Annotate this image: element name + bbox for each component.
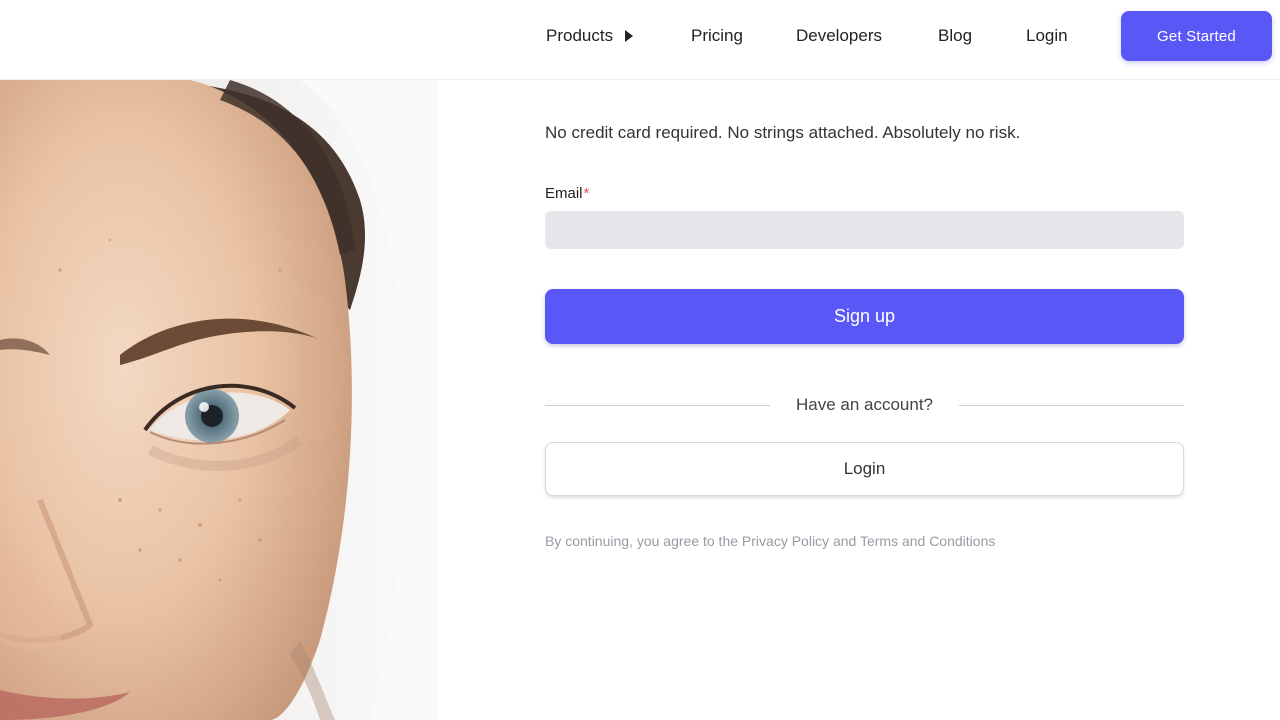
nav-pricing[interactable]: Pricing [691, 24, 743, 48]
terms-link[interactable]: Terms and Conditions [860, 533, 995, 549]
divider-right [959, 405, 1184, 406]
login-button[interactable]: Login [545, 442, 1184, 496]
nav-developers[interactable]: Developers [796, 24, 882, 48]
sign-up-button[interactable]: Sign up [545, 289, 1184, 344]
caret-right-icon [625, 30, 634, 42]
have-account-text: Have an account? [795, 395, 934, 414]
get-started-button[interactable]: Get Started [1121, 11, 1272, 61]
nav-blog[interactable]: Blog [938, 24, 972, 48]
nav-products[interactable]: Products [546, 24, 634, 48]
divider-left [545, 405, 770, 406]
legal-and: and [829, 533, 860, 549]
nav-login[interactable]: Login [1026, 24, 1068, 48]
nav-products-label: Products [546, 26, 614, 45]
required-asterisk: * [583, 185, 590, 202]
privacy-policy-link[interactable]: Privacy Policy [742, 533, 829, 549]
top-navigation: Products Pricing Developers Blog Login G… [0, 0, 1280, 80]
legal-prefix: By continuing, you agree to the [545, 533, 742, 549]
portrait-illustration [0, 80, 439, 720]
email-label-text: Email [545, 185, 583, 202]
tagline: No credit card required. No strings atta… [545, 123, 1021, 142]
email-label: Email* [545, 184, 589, 204]
email-field[interactable] [545, 211, 1184, 249]
hero-photo [0, 80, 439, 720]
legal-notice: By continuing, you agree to the Privacy … [545, 532, 995, 550]
